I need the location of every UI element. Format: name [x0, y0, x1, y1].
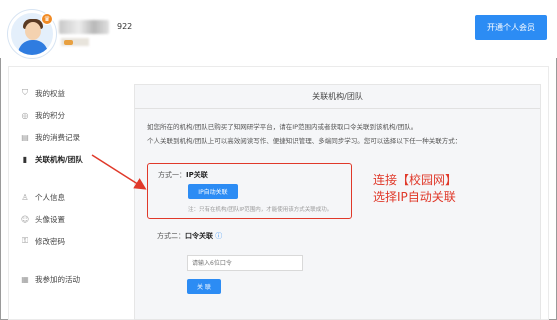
- annotation-text: 连接【校园网】 选择IP自动关联: [373, 172, 457, 206]
- sidebar-item-label: 我的积分: [35, 110, 65, 120]
- code-link-button[interactable]: 关 联: [187, 279, 221, 294]
- points-icon: ◎: [21, 110, 29, 120]
- annotation-line1: 连接【校园网】: [373, 173, 458, 187]
- sidebar-item-label: 关联机构/团队: [35, 154, 83, 164]
- document-icon: ▮: [22, 154, 28, 164]
- sidebar: ⛉ 我的权益 ◎ 我的积分 ▤ 我的消费记录 ▮ 关联机构/团队 ♙ 个人信息 …: [20, 82, 120, 290]
- level-icon: [64, 40, 73, 45]
- sidebar-item-label: 头像设置: [35, 214, 65, 224]
- user-count: 922: [117, 22, 133, 31]
- question-icon[interactable]: ⓘ: [215, 232, 222, 240]
- username-blurred: [59, 20, 109, 34]
- option2-title: 口令关联: [185, 232, 213, 240]
- sidebar-item-label: 我的权益: [35, 88, 65, 98]
- calendar-icon: ▦: [21, 274, 29, 284]
- sidebar-item-label: 我的消费记录: [35, 132, 80, 142]
- linked-org-panel: 关联机构/团队 如您所在的机构/团队已购买了知网研学平台，请在IP范围内或者获取…: [134, 84, 541, 320]
- avatar-body: [18, 40, 48, 55]
- panel-description-line2: 个人关联到机构/团队上可以高效阅读写作、便捷知识管理、多端同步学习。您可以选择以…: [147, 137, 462, 145]
- code-input[interactable]: [187, 255, 303, 271]
- ip-option-box: 方式一：IP关联 IP自动关联 注：只有在机构/团队IP范围内，才能使用该方式关…: [147, 163, 352, 219]
- sidebar-item-benefits[interactable]: ⛉ 我的权益: [20, 82, 120, 104]
- option2-prefix: 方式二：: [157, 232, 185, 240]
- sidebar-item-linked-org[interactable]: ▮ 关联机构/团队: [20, 148, 120, 170]
- profile-header: ♛ 922 开通个人会员: [0, 0, 557, 58]
- sidebar-item-password[interactable]: ⚿ 修改密码: [20, 230, 120, 252]
- avatar-face: [25, 22, 41, 40]
- annotation-line2: 选择IP自动关联: [373, 190, 456, 204]
- sidebar-item-label: 修改密码: [35, 236, 65, 246]
- sidebar-item-avatar[interactable]: ☺ 头像设置: [20, 208, 120, 230]
- code-option-label: 方式二：口令关联 ⓘ: [157, 231, 222, 241]
- ip-option-note: 注：只有在机构/团队IP范围内，才能使用该方式关联成功。: [188, 207, 333, 213]
- avatar-icon: ☺: [20, 214, 30, 224]
- option1-prefix: 方式一：: [158, 171, 186, 179]
- option1-title: IP关联: [186, 171, 208, 179]
- lock-icon: ⚿: [21, 236, 29, 245]
- crown-icon: ♛: [41, 13, 53, 25]
- ip-option-label: 方式一：IP关联: [158, 170, 208, 180]
- open-vip-button[interactable]: 开通个人会员: [475, 15, 547, 40]
- user-icon: ♙: [21, 192, 29, 202]
- sidebar-item-label: 我参加的活动: [35, 274, 80, 284]
- sidebar-item-purchases[interactable]: ▤ 我的消费记录: [20, 126, 120, 148]
- shield-icon: ⛉: [22, 88, 28, 97]
- ip-auto-link-button[interactable]: IP自动关联: [188, 184, 238, 199]
- panel-title: 关联机构/团队: [135, 85, 540, 109]
- sidebar-item-activities[interactable]: ▦ 我参加的活动: [20, 268, 120, 290]
- panel-description-line1: 如您所在的机构/团队已购买了知网研学平台，请在IP范围内或者获取口令关联到该机构…: [147, 123, 418, 131]
- sidebar-item-label: 个人信息: [35, 192, 65, 202]
- sidebar-item-profile[interactable]: ♙ 个人信息: [20, 186, 120, 208]
- sidebar-item-points[interactable]: ◎ 我的积分: [20, 104, 120, 126]
- receipt-icon: ▤: [21, 132, 29, 142]
